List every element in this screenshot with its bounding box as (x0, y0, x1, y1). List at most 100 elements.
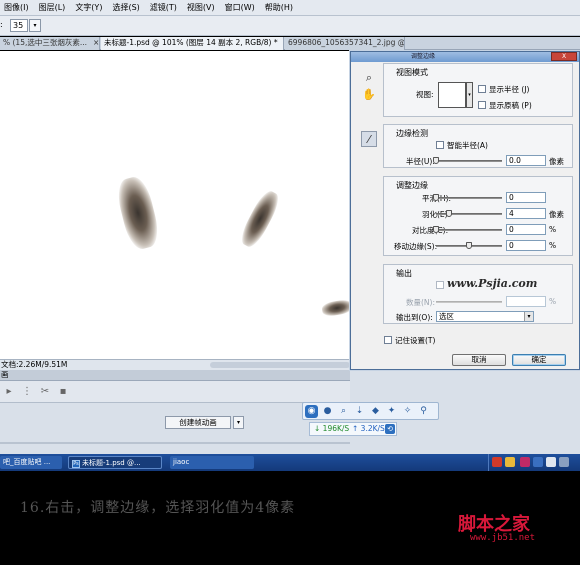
view-dropdown-icon[interactable]: ▾ (466, 82, 473, 108)
radius-slider[interactable] (436, 160, 502, 162)
animation-toolbar: ▸ ⋮ ✂ ▪ (0, 381, 350, 403)
decontaminate-checkbox[interactable] (436, 281, 444, 289)
menu-type[interactable]: 文字(Y) (70, 2, 107, 13)
size-input[interactable]: 35 (10, 19, 28, 32)
smart-radius-checkbox[interactable] (436, 141, 444, 149)
shift-edge-input[interactable]: 0 (506, 240, 546, 251)
scissors-icon[interactable]: ✂ (38, 385, 52, 399)
show-original-label: 显示原稿 (P) (489, 101, 532, 110)
tray-media-icon[interactable] (520, 457, 530, 467)
floating-toolbar: ◉ ● ⌕ ⇣ ◆ ✦ ✧ ⚲ (302, 402, 439, 420)
photoshop-icon: Ps (72, 460, 80, 468)
tray-separator (488, 454, 489, 471)
menu-help[interactable]: 帮助(H) (260, 2, 298, 13)
tab-document-3[interactable]: 6996806_1056357341_2.jpg @ 143%(... (285, 37, 405, 50)
amount-unit: % (549, 297, 557, 306)
accelerator-icon[interactable]: ◉ (305, 405, 318, 418)
view-label: 视图: (416, 90, 434, 99)
ash-shape (237, 187, 283, 251)
tray-volume-icon[interactable] (546, 457, 556, 467)
settings-icon[interactable]: ⚲ (417, 405, 430, 418)
dialog-titlebar[interactable]: 调整边缘 X (351, 52, 579, 62)
view-mode-section: 视图模式 视图: ▾ 显示半径 (J) 显示原稿 (P) (383, 63, 573, 117)
tray-app-icon[interactable] (505, 457, 515, 467)
menu-select[interactable]: 选择(S) (107, 2, 144, 13)
radius-slider-thumb[interactable] (433, 157, 439, 164)
smooth-slider[interactable] (436, 197, 502, 199)
tab-close-icon[interactable]: × (93, 38, 99, 47)
menu-window[interactable]: 窗口(W) (220, 2, 260, 13)
taskbar-item-folder[interactable]: jiaoc (170, 456, 254, 469)
delete-frame-icon[interactable]: ▪ (56, 385, 70, 399)
remember-settings-checkbox[interactable] (384, 336, 392, 344)
remember-settings-label: 记住设置(T) (395, 336, 436, 345)
panel-divider (0, 442, 350, 444)
radius-label: 半径(U): (406, 157, 435, 166)
contrast-slider-thumb[interactable] (433, 226, 439, 233)
shift-edge-slider-thumb[interactable] (466, 242, 472, 249)
tray-misc-icon[interactable] (559, 457, 569, 467)
tray-antivirus-icon[interactable] (492, 457, 502, 467)
feather-unit: 像素 (549, 210, 564, 219)
shield-icon[interactable]: ◆ (369, 405, 382, 418)
amount-input[interactable] (506, 296, 546, 307)
create-animation-dropdown-icon[interactable]: ▾ (233, 416, 244, 429)
refine-edge-dialog: 调整边缘 X ⌕ ✋ ⁄ 视图模式 视图: ▾ 显示半径 (J) 显示原稿 (P… (350, 51, 580, 370)
contrast-input[interactable]: 0 (506, 224, 546, 235)
tray-network-icon[interactable] (533, 457, 543, 467)
hand-tool-icon[interactable]: ✋ (361, 87, 377, 103)
menu-view[interactable]: 视图(V) (182, 2, 220, 13)
adjust-edge-section: 调整边缘 平滑(H): 0 羽化(E): 4 像素 对比度(C): 0 % 移动… (383, 176, 573, 256)
size-dropdown-icon[interactable]: ▾ (29, 19, 41, 32)
magic-icon[interactable]: ✧ (401, 405, 414, 418)
contrast-slider[interactable] (436, 229, 502, 231)
show-original-checkbox[interactable] (478, 101, 486, 109)
output-to-dropdown-icon[interactable]: ▾ (524, 312, 533, 321)
ok-button[interactable]: 确定 (512, 354, 566, 366)
upload-speed: ↑ 3.2K/S (352, 424, 385, 433)
menu-layer[interactable]: 图层(L) (34, 2, 71, 13)
view-preview[interactable] (438, 82, 466, 108)
menu-filter[interactable]: 滤镜(T) (145, 2, 182, 13)
output-title: 输出 (396, 269, 412, 278)
tools-icon[interactable]: ✦ (385, 405, 398, 418)
amount-slider[interactable] (436, 301, 502, 303)
taskbar: 吧_百度贴吧 ... Ps 未标题-1.psd @... jiaoc (0, 454, 580, 471)
output-to-select[interactable]: 选区 (436, 311, 534, 322)
cancel-button[interactable]: 取消 (452, 354, 506, 366)
create-frame-animation-button[interactable]: 创建帧动画 (165, 416, 231, 429)
search-icon[interactable]: ⌕ (337, 405, 350, 418)
menu-image[interactable]: 图像(I) (0, 2, 34, 13)
ash-shape (321, 298, 353, 318)
site-logo-url: www.jb51.net (470, 533, 536, 543)
options-label: : (0, 20, 3, 29)
tween-icon[interactable]: ⋮ (20, 385, 34, 399)
horizontal-scrollbar[interactable] (210, 362, 350, 368)
taskbar-item-photoshop[interactable]: Ps 未标题-1.psd @... (68, 456, 162, 469)
network-icon[interactable]: ⟲ (385, 424, 395, 434)
smooth-slider-thumb[interactable] (433, 194, 439, 201)
output-to-label: 输出到(O): (396, 313, 433, 322)
zoom-tool-icon[interactable]: ⌕ (361, 70, 377, 86)
refine-radius-brush-icon[interactable]: ⁄ (361, 131, 377, 147)
pin-icon[interactable]: ⇣ (353, 405, 366, 418)
document-canvas[interactable] (0, 51, 353, 359)
play-icon[interactable]: ▸ (2, 385, 16, 399)
tab-document-active[interactable]: 未标题-1.psd @ 101% (图层 14 副本 2, RGB/8) *× (101, 37, 284, 50)
smooth-input[interactable]: 0 (506, 192, 546, 203)
show-radius-label: 显示半径 (J) (489, 85, 530, 94)
taskbar-item-browser[interactable]: 吧_百度贴吧 ... (0, 456, 62, 469)
tab-document-1[interactable]: % (15,选中三张烟灰素... × (0, 37, 100, 50)
feather-input[interactable]: 4 (506, 208, 546, 219)
caption-area: 16.右击，调整边缘，选择羽化值为4像素 脚本之家 www.jb51.net (0, 471, 580, 565)
edge-detection-section: 边缘检测 智能半径(A) 半径(U): 0.0 像素 (383, 124, 573, 168)
animation-panel: 画 ▸ ⋮ ✂ ▪ 创建帧动画 ▾ (0, 370, 580, 454)
radius-input[interactable]: 0.0 (506, 155, 546, 166)
animation-panel-title: 画 (1, 370, 9, 379)
contrast-unit: % (549, 225, 557, 234)
feather-slider-thumb[interactable] (446, 210, 453, 217)
user-icon[interactable]: ● (321, 405, 334, 418)
close-icon[interactable]: X (551, 52, 577, 61)
show-radius-checkbox[interactable] (478, 85, 486, 93)
shift-edge-label: 移动边缘(S): (394, 242, 438, 251)
